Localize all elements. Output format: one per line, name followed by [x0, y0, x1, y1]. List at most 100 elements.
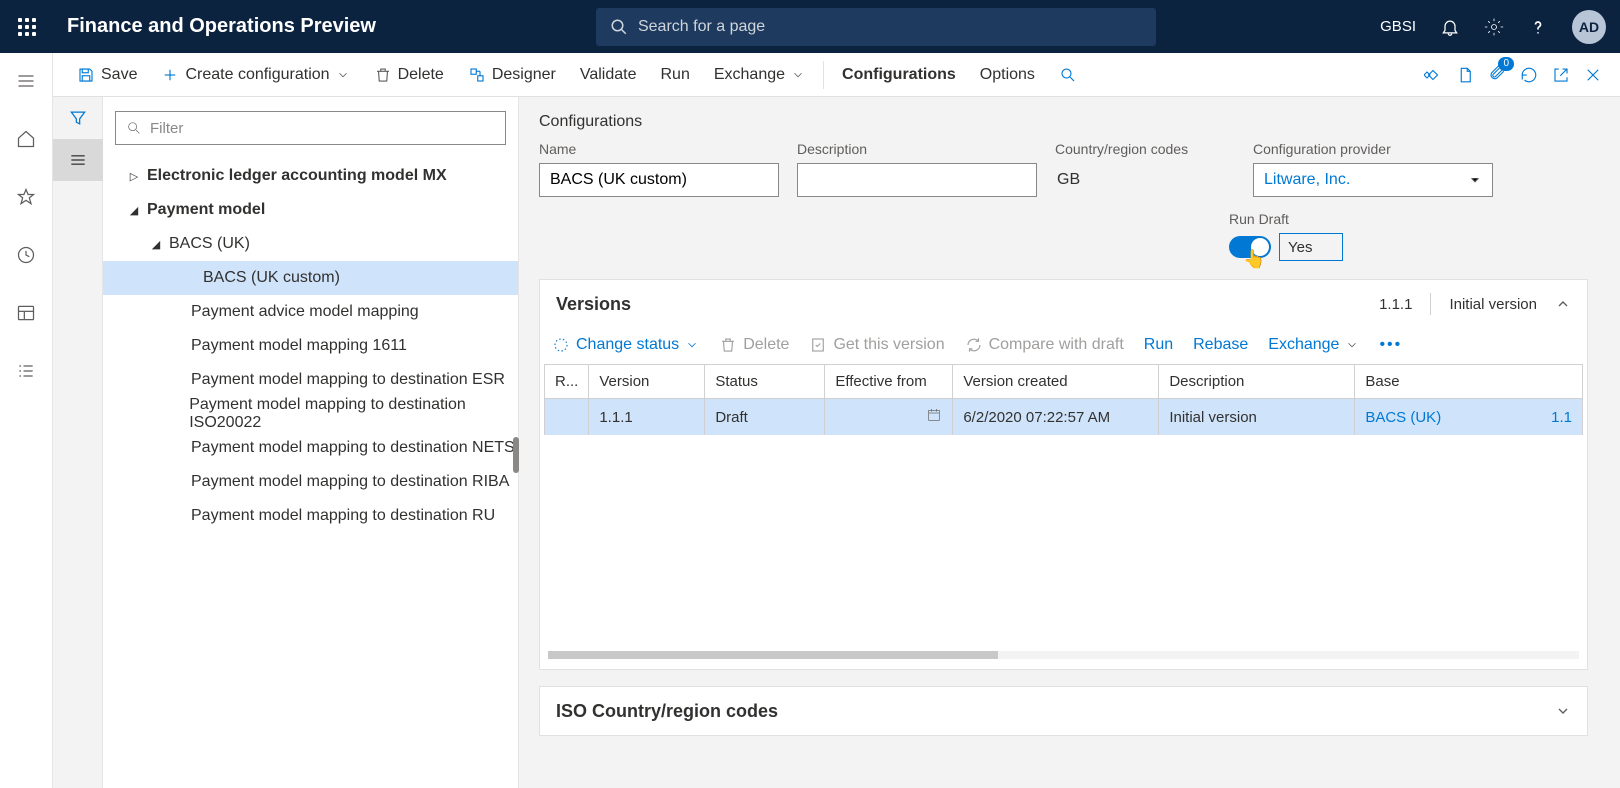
tree-node-label: Payment model mapping 1611	[169, 337, 407, 355]
home-icon[interactable]	[8, 121, 44, 157]
description-field[interactable]	[797, 163, 1037, 197]
tree-node-label: BACS (UK custom)	[183, 269, 340, 287]
versions-summary-version: 1.1.1	[1379, 296, 1412, 313]
side-strip	[53, 97, 103, 788]
provider-select[interactable]: Litware, Inc.	[1253, 163, 1493, 197]
company-code[interactable]: GBSI	[1380, 18, 1416, 35]
col-version[interactable]: Version	[589, 365, 705, 399]
top-right-tools: GBSI AD	[1380, 10, 1620, 44]
caret-icon: ◢	[143, 238, 169, 251]
country-codes-label: Country/region codes	[1055, 141, 1235, 157]
tree-panel: ▷Electronic ledger accounting model MX◢P…	[103, 97, 519, 788]
iso-codes-card[interactable]: ISO Country/region codes	[539, 686, 1588, 736]
tree-filter-input[interactable]	[150, 120, 495, 137]
configurations-label: Configurations	[842, 66, 956, 84]
change-status-button[interactable]: Change status	[552, 336, 699, 354]
exchange-button[interactable]: Exchange	[702, 53, 817, 97]
versions-card: Versions 1.1.1 Initial version Change st…	[539, 279, 1588, 670]
run-button[interactable]: Run	[648, 53, 701, 97]
attach-button[interactable]: 0	[1488, 63, 1506, 86]
table-row[interactable]: 1.1.1Draft6/2/2020 07:22:57 AMInitial ve…	[545, 399, 1583, 436]
iso-codes-title: ISO Country/region codes	[556, 701, 778, 722]
cell-desc: Initial version	[1159, 399, 1355, 436]
col-status[interactable]: Status	[705, 365, 825, 399]
tree-node-label: BACS (UK)	[169, 235, 250, 253]
options-tab[interactable]: Options	[968, 53, 1047, 97]
name-field[interactable]	[539, 163, 779, 197]
provider-label: Configuration provider	[1253, 141, 1493, 157]
validate-button[interactable]: Validate	[568, 53, 649, 97]
save-button[interactable]: Save	[65, 53, 149, 97]
popout-icon[interactable]	[1552, 66, 1570, 84]
search-icon	[126, 120, 142, 136]
global-search[interactable]	[596, 8, 1156, 46]
close-icon[interactable]	[1584, 66, 1602, 84]
tree-node[interactable]: BACS (UK custom)	[103, 261, 518, 295]
chevron-up-icon	[1555, 296, 1571, 312]
caret-icon: ▷	[121, 170, 147, 183]
workspace-icon[interactable]	[8, 295, 44, 331]
run-label: Run	[660, 66, 689, 84]
tree-node[interactable]: ▷Electronic ledger accounting model MX	[103, 159, 518, 193]
recent-icon[interactable]	[8, 237, 44, 273]
compare-draft-button: Compare with draft	[965, 336, 1124, 354]
run-draft-toggle[interactable]	[1229, 236, 1271, 258]
tree-node[interactable]: Payment model mapping to destination ISO…	[103, 397, 518, 431]
rebase-button[interactable]: Rebase	[1193, 336, 1248, 354]
help-icon[interactable]	[1528, 17, 1548, 37]
tree-filter[interactable]	[115, 111, 506, 145]
col-desc[interactable]: Description	[1159, 365, 1355, 399]
delete-button[interactable]: Delete	[362, 53, 456, 97]
version-exchange-button[interactable]: Exchange	[1268, 336, 1359, 354]
bell-icon[interactable]	[1440, 17, 1460, 37]
versions-header[interactable]: Versions 1.1.1 Initial version	[540, 280, 1587, 328]
tree-node[interactable]: Payment model mapping to destination RIB…	[103, 465, 518, 499]
list-view-button[interactable]	[53, 139, 103, 181]
tree-node[interactable]: ◢BACS (UK)	[103, 227, 518, 261]
description-label: Description	[797, 141, 1037, 157]
star-icon[interactable]	[8, 179, 44, 215]
cell-version: 1.1.1	[589, 399, 705, 436]
horizontal-scrollbar[interactable]	[548, 651, 1579, 659]
more-icon[interactable]: •••	[1379, 336, 1402, 354]
table-header-row: R... Version Status Effective from Versi…	[545, 365, 1583, 399]
tree-node-label: Payment model mapping to destination RU	[169, 507, 495, 525]
col-created[interactable]: Version created	[953, 365, 1159, 399]
versions-toolbar: Change status Delete Get this version Co…	[540, 328, 1587, 364]
diamond-icon[interactable]	[1424, 66, 1442, 84]
versions-table: R... Version Status Effective from Versi…	[544, 364, 1583, 435]
find-button[interactable]	[1047, 53, 1089, 97]
avatar[interactable]: AD	[1572, 10, 1606, 44]
left-rail	[0, 53, 53, 788]
document-icon[interactable]	[1456, 66, 1474, 84]
tree-node[interactable]: ◢Payment model	[103, 193, 518, 227]
tree-node[interactable]: Payment advice model mapping	[103, 295, 518, 329]
tree-node[interactable]: Payment model mapping to destination ESR	[103, 363, 518, 397]
delete-label: Delete	[398, 66, 444, 84]
configurations-tab[interactable]: Configurations	[830, 53, 968, 97]
versions-summary-desc: Initial version	[1449, 296, 1537, 313]
filter-view-button[interactable]	[53, 97, 103, 139]
versions-title: Versions	[556, 294, 631, 315]
create-configuration-button[interactable]: Create configuration	[149, 53, 361, 97]
tree-node-label: Payment model mapping to destination ISO…	[167, 396, 518, 432]
refresh-icon[interactable]	[1520, 66, 1538, 84]
gear-icon[interactable]	[1484, 17, 1504, 37]
exchange-label: Exchange	[714, 66, 785, 84]
name-label: Name	[539, 141, 779, 157]
col-base[interactable]: Base	[1355, 365, 1583, 399]
search-input[interactable]	[628, 18, 1142, 36]
tree-node[interactable]: Payment model mapping to destination RU	[103, 499, 518, 533]
designer-button[interactable]: Designer	[456, 53, 568, 97]
tree-node-label: Payment advice model mapping	[169, 303, 419, 321]
version-run-button[interactable]: Run	[1144, 336, 1173, 354]
app-launcher-icon[interactable]	[0, 0, 53, 53]
col-r[interactable]: R...	[545, 365, 589, 399]
top-nav: Finance and Operations Preview GBSI AD	[0, 0, 1620, 53]
col-effective[interactable]: Effective from	[825, 365, 953, 399]
tree-node[interactable]: Payment model mapping 1611	[103, 329, 518, 363]
modules-icon[interactable]	[8, 353, 44, 389]
tree-node[interactable]: Payment model mapping to destination NET…	[103, 431, 518, 465]
hamburger-icon[interactable]	[8, 63, 44, 99]
run-draft-value: Yes	[1279, 233, 1343, 261]
